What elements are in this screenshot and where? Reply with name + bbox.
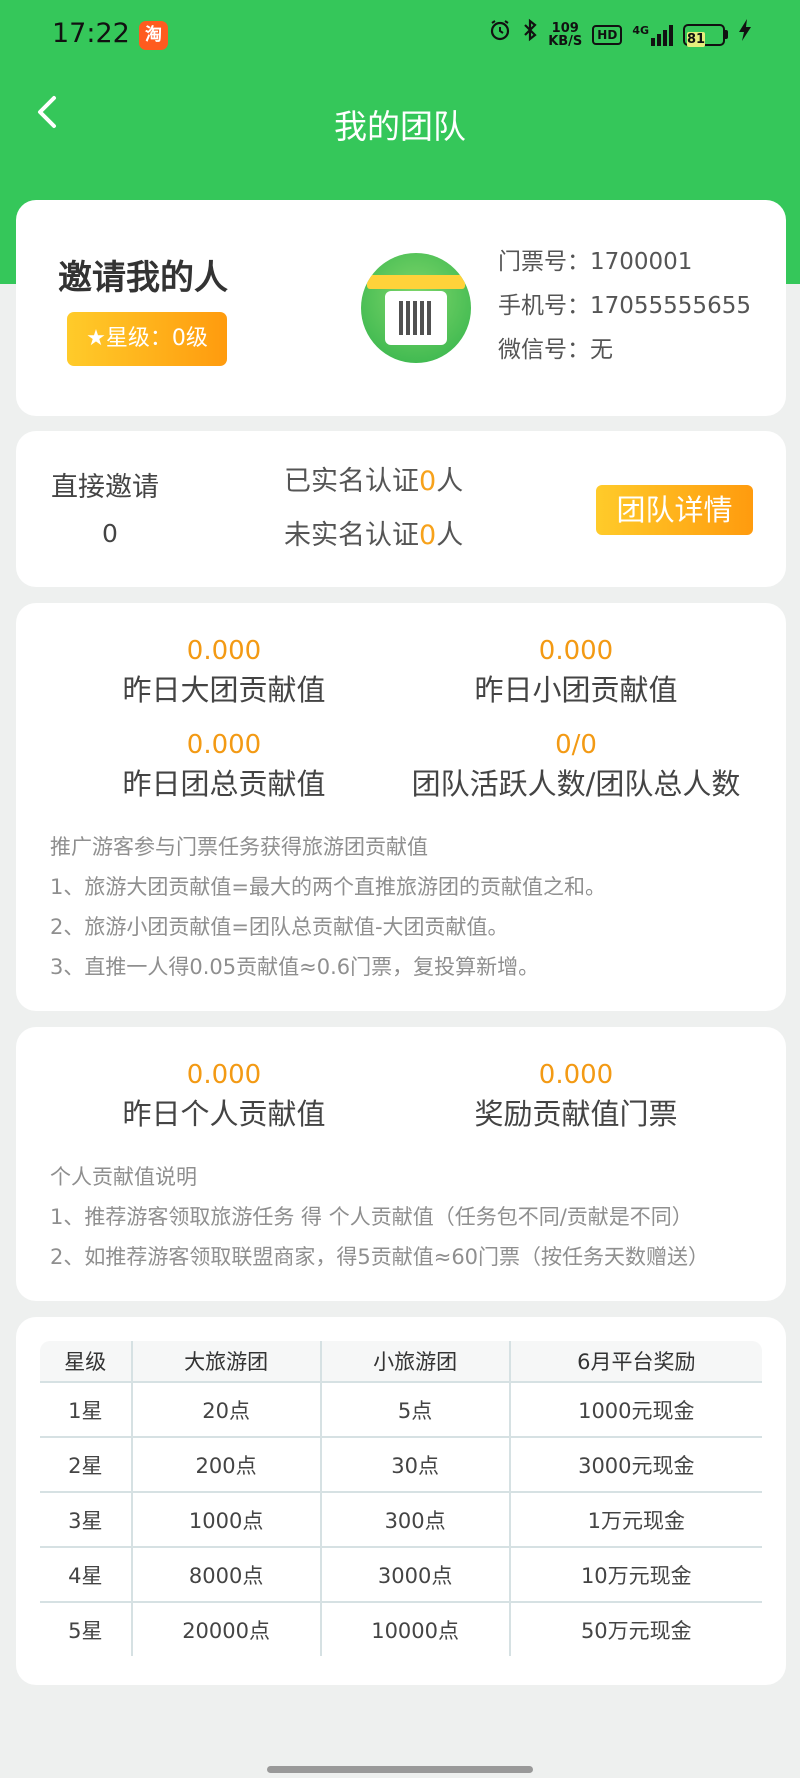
table-cell: 20点 xyxy=(130,1381,322,1438)
direct-invite-label: 直接邀请 xyxy=(51,472,159,503)
team-note: 3、直推一人得0.05贡献值≈0.6门票，复投算新增。 xyxy=(50,955,540,979)
table-cell: 300点 xyxy=(319,1491,511,1548)
team-note: 1、旅游大团贡献值=最大的两个直推旅游团的贡献值之和。 xyxy=(50,875,606,899)
reward-table: 星级 大旅游团 小旅游团 6月平台奖励 1星 20点 5点 1000元现金 2星… xyxy=(38,1339,764,1658)
ticket-number: 门票号：1700001 xyxy=(498,249,693,275)
hd-icon: HD xyxy=(592,24,623,45)
table-cell: 50万元现金 xyxy=(508,1601,762,1656)
star-level-badge: ★星级：0级 xyxy=(67,312,227,366)
table-cell: 10万元现金 xyxy=(508,1546,762,1603)
total-team-stat: 0.000 昨日团总贡献值 xyxy=(48,727,400,805)
table-cell: 4星 xyxy=(40,1546,133,1603)
column-header: 星级 xyxy=(40,1341,133,1383)
avatar xyxy=(361,253,471,363)
verified-count: 已实名认证0人 xyxy=(284,459,463,498)
network-speed: 109 KB/S xyxy=(548,22,582,48)
team-notes: 推广游客参与门票任务获得旅游团贡献值 1、旅游大团贡献值=最大的两个直推旅游团的… xyxy=(50,827,606,987)
personal-note: 2、如推荐游客领取联盟商家，得5贡献值≈60门票（按任务天数赠送） xyxy=(50,1245,710,1269)
reward-table-card: 星级 大旅游团 小旅游团 6月平台奖励 1星 20点 5点 1000元现金 2星… xyxy=(16,1317,786,1685)
table-row: 2星 200点 30点 3000元现金 xyxy=(40,1436,762,1493)
status-icons: 109 KB/S HD 4G 81 xyxy=(488,18,752,51)
reward-ticket-stat: 0.000 奖励贡献值门票 xyxy=(400,1057,752,1135)
small-team-value: 0.000 xyxy=(538,636,614,666)
personal-note: 1、推荐游客领取旅游任务 得 个人贡献值（任务包不同/贡献是不同） xyxy=(50,1205,693,1229)
status-bar: 17:22 淘 109 KB/S HD 4G 81 xyxy=(0,0,800,72)
verified-value: 0 xyxy=(419,466,437,497)
team-detail-button[interactable]: 团队详情 xyxy=(596,485,753,535)
direct-invite-value: 0 xyxy=(102,519,118,548)
page-title: 我的团队 xyxy=(334,107,466,146)
table-cell: 1星 xyxy=(40,1381,133,1438)
active-members-value: 0/0 xyxy=(555,730,597,760)
status-time: 17:22 xyxy=(52,18,130,49)
total-team-label: 昨日团总贡献值 xyxy=(122,767,326,801)
alarm-icon xyxy=(488,18,512,51)
active-members-stat: 0/0 团队活跃人数/团队总人数 xyxy=(400,727,752,805)
table-cell: 8000点 xyxy=(130,1546,322,1603)
personal-contribution-label: 昨日个人贡献值 xyxy=(122,1097,326,1131)
battery-icon: 81 xyxy=(683,23,728,47)
total-team-value: 0.000 xyxy=(186,730,262,760)
table-cell: 1万元现金 xyxy=(508,1491,762,1548)
nav-bar: 我的团队 xyxy=(0,80,800,160)
home-indicator[interactable] xyxy=(267,1766,533,1773)
big-team-stat: 0.000 昨日大团贡献值 xyxy=(48,633,400,711)
table-row: 5星 20000点 10000点 50万元现金 xyxy=(40,1601,762,1656)
verified-label: 已实名认证 xyxy=(284,466,419,497)
inviter-info: 门票号：1700001 手机号：17055555655 微信号：无 xyxy=(498,242,751,374)
table-header-row: 星级 大旅游团 小旅游团 6月平台奖励 xyxy=(40,1341,762,1383)
big-team-value: 0.000 xyxy=(186,636,262,666)
table-row: 4星 8000点 3000点 10万元现金 xyxy=(40,1546,762,1603)
reward-ticket-value: 0.000 xyxy=(538,1060,614,1090)
bluetooth-icon xyxy=(522,18,538,51)
table-cell: 10000点 xyxy=(319,1601,511,1656)
personal-contribution-value: 0.000 xyxy=(186,1060,262,1090)
personal-note: 个人贡献值说明 xyxy=(50,1165,197,1189)
unverified-count: 未实名认证0人 xyxy=(284,513,463,552)
table-cell: 5点 xyxy=(319,1381,511,1438)
table-cell: 20000点 xyxy=(130,1601,322,1656)
qr-code-icon xyxy=(399,301,433,335)
personal-contribution-stat: 0.000 昨日个人贡献值 xyxy=(48,1057,400,1135)
table-cell: 3星 xyxy=(40,1491,133,1548)
table-cell: 2星 xyxy=(40,1436,133,1493)
column-header: 小旅游团 xyxy=(319,1341,511,1383)
wechat-id: 微信号：无 xyxy=(498,337,613,363)
small-team-label: 昨日小团贡献值 xyxy=(474,673,678,707)
column-header: 6月平台奖励 xyxy=(508,1341,762,1383)
big-team-label: 昨日大团贡献值 xyxy=(122,673,326,707)
team-note: 2、旅游小团贡献值=团队总贡献值-大团贡献值。 xyxy=(50,915,509,939)
table-cell: 200点 xyxy=(130,1436,322,1493)
inviter-card: 邀请我的人 ★星级：0级 门票号：1700001 手机号：17055555655… xyxy=(16,200,786,416)
signal-icon: 4G xyxy=(632,24,673,46)
battery-level: 81 xyxy=(687,31,706,47)
unverified-value: 0 xyxy=(419,520,437,551)
network-type: 4G xyxy=(632,23,649,37)
verified-unit: 人 xyxy=(436,466,464,497)
table-cell: 3000元现金 xyxy=(508,1436,762,1493)
personal-stats-card: 0.000 昨日个人贡献值 0.000 奖励贡献值门票 个人贡献值说明 1、推荐… xyxy=(16,1027,786,1301)
team-note: 推广游客参与门票任务获得旅游团贡献值 xyxy=(50,835,428,859)
phone-number: 手机号：17055555655 xyxy=(498,293,751,319)
column-header: 大旅游团 xyxy=(130,1341,322,1383)
table-cell: 1000元现金 xyxy=(508,1381,762,1438)
table-cell: 1000点 xyxy=(130,1491,322,1548)
table-row: 1星 20点 5点 1000元现金 xyxy=(40,1381,762,1438)
small-team-stat: 0.000 昨日小团贡献值 xyxy=(400,633,752,711)
table-cell: 3000点 xyxy=(319,1546,511,1603)
charging-icon xyxy=(738,18,752,51)
network-speed-unit: KB/S xyxy=(548,33,583,49)
inviter-title: 邀请我的人 xyxy=(58,258,228,298)
unverified-label: 未实名认证 xyxy=(284,520,419,551)
table-cell: 30点 xyxy=(319,1436,511,1493)
personal-notes: 个人贡献值说明 1、推荐游客领取旅游任务 得 个人贡献值（任务包不同/贡献是不同… xyxy=(50,1157,709,1277)
reward-ticket-label: 奖励贡献值门票 xyxy=(474,1097,678,1131)
table-cell: 5星 xyxy=(40,1601,133,1656)
unverified-unit: 人 xyxy=(436,520,464,551)
active-members-label: 团队活跃人数/团队总人数 xyxy=(411,767,741,801)
table-row: 3星 1000点 300点 1万元现金 xyxy=(40,1491,762,1548)
invite-summary-card: 直接邀请 0 已实名认证0人 未实名认证0人 团队详情 xyxy=(16,431,786,587)
team-stats-card: 0.000 昨日大团贡献值 0.000 昨日小团贡献值 0.000 昨日团总贡献… xyxy=(16,603,786,1011)
taobao-app-icon: 淘 xyxy=(139,21,168,50)
